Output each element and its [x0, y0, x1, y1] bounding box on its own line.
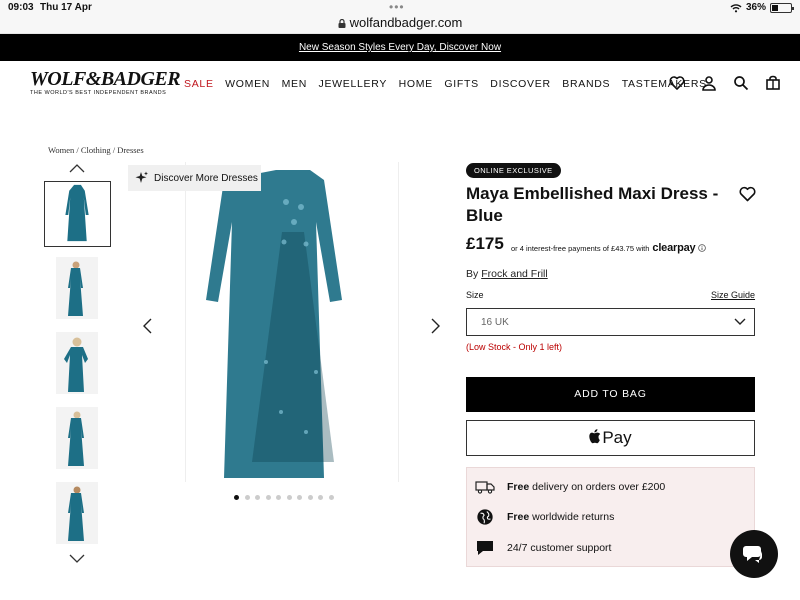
perk-text: worldwide returns	[529, 511, 615, 523]
dress-image	[206, 170, 342, 478]
nav-item-jewellery[interactable]: JEWELLERY	[319, 78, 388, 90]
product-title: Maya Embellished Maxi Dress - Blue	[466, 184, 719, 225]
pagination-dot[interactable]	[244, 495, 250, 500]
pagination-dot[interactable]	[276, 495, 281, 500]
perk-returns: Free worldwide returns	[475, 508, 614, 526]
image-pagination-dots	[234, 495, 334, 500]
battery-icon	[770, 2, 794, 13]
perks-box: Free delivery on orders over £200 Free w…	[466, 467, 755, 567]
nav-item-gifts[interactable]: GIFTS	[444, 78, 478, 90]
clearpay-logo[interactable]: clearpay	[652, 242, 695, 254]
nav-item-women[interactable]: WOMEN	[225, 78, 270, 90]
add-to-bag-button[interactable]: ADD TO BAG	[466, 377, 755, 412]
thumbnail-4[interactable]	[56, 407, 98, 469]
chat-icon	[743, 546, 762, 563]
brand-link[interactable]: Frock and Frill	[481, 268, 548, 280]
thumbnail-5[interactable]	[56, 482, 98, 544]
model-thumbnail-image	[64, 337, 88, 392]
pagination-dot[interactable]	[265, 495, 271, 500]
address-bar[interactable]: wolfandbadger.com	[0, 15, 800, 30]
wifi-icon	[730, 3, 742, 12]
apple-pay-label: Pay	[602, 428, 632, 447]
pagination-dot[interactable]	[286, 495, 292, 500]
sparkle-icon	[135, 171, 148, 183]
account-icon[interactable]	[701, 75, 717, 91]
url-text: wolfandbadger.com	[349, 15, 463, 30]
nav-item-home[interactable]: HOME	[399, 78, 433, 90]
bag-icon[interactable]	[765, 75, 781, 91]
dress-thumbnail-image	[65, 184, 89, 242]
pagination-dot[interactable]	[318, 495, 323, 500]
pagination-dot[interactable]	[234, 495, 239, 500]
more-dots-icon[interactable]: •••	[389, 0, 405, 14]
pagination-dot[interactable]	[328, 495, 334, 500]
nav-item-men[interactable]: MEN	[282, 78, 307, 90]
status-right: 36%	[730, 2, 794, 13]
live-chat-button[interactable]	[730, 530, 778, 578]
nav-item-brands[interactable]: BRANDS	[562, 78, 610, 90]
clock: 09:03	[8, 2, 34, 13]
product-price: £175	[466, 234, 504, 253]
thumbnail-selected[interactable]	[44, 181, 111, 247]
by-prefix: By	[466, 268, 479, 280]
nav-item-discover[interactable]: DISCOVER	[490, 78, 550, 90]
nav-item-sale[interactable]: SALE	[184, 78, 214, 90]
low-stock-notice: (Low Stock - Only 1 left)	[466, 342, 563, 352]
previous-image-arrow-icon[interactable]	[141, 318, 153, 334]
perk-text: 24/7 customer support	[507, 542, 612, 554]
thumbnail-3[interactable]	[56, 332, 98, 394]
chevron-down-icon	[734, 318, 746, 325]
model-thumbnail-image	[68, 486, 84, 541]
thumbnail-2[interactable]	[56, 257, 98, 319]
perk-bold: Free	[507, 481, 530, 493]
size-guide-link[interactable]: Size Guide	[711, 290, 755, 300]
promo-bar: New Season Styles Every Day, Discover No…	[0, 34, 800, 61]
size-label: Size	[466, 290, 484, 300]
browser-status-bar: 09:03 Thu 17 Apr ••• wolfandbadger.com 3…	[0, 0, 800, 34]
perk-bold: Free	[507, 511, 530, 523]
lock-icon	[338, 19, 346, 28]
model-thumbnail-image	[68, 411, 84, 466]
breadcrumb[interactable]: Women / Clothing / Dresses	[48, 145, 144, 155]
size-selected-value: 16 UK	[481, 317, 509, 328]
battery-percent: 36%	[745, 2, 766, 13]
pagination-dot[interactable]	[297, 495, 302, 500]
discover-label: Discover More Dresses	[154, 172, 258, 184]
size-select[interactable]: 16 UK	[466, 308, 755, 336]
apple-logo-icon	[589, 429, 601, 444]
heart-icon[interactable]	[669, 75, 685, 91]
globe-icon	[477, 509, 493, 525]
perk-text: delivery on orders over £200	[529, 481, 666, 493]
main-nav: SALE WOMEN MEN JEWELLERY HOME GIFTS DISC…	[184, 78, 718, 90]
pagination-dot[interactable]	[307, 495, 313, 500]
search-icon[interactable]	[733, 75, 749, 91]
online-exclusive-badge: ONLINE EXCLUSIVE	[466, 163, 561, 178]
next-image-arrow-icon[interactable]	[430, 318, 442, 334]
perk-support: 24/7 customer support	[475, 539, 611, 557]
info-icon[interactable]	[698, 244, 707, 252]
logo-mark: WOLF&BADGER	[30, 68, 181, 90]
apple-pay-button[interactable]: Pay	[466, 420, 755, 456]
site-header: WOLF&BADGER THE WORLD'S BEST INDEPENDENT…	[0, 61, 800, 109]
promo-link[interactable]: New Season Styles Every Day, Discover No…	[299, 42, 501, 53]
perk-delivery: Free delivery on orders over £200	[475, 478, 665, 496]
main-product-image[interactable]	[185, 162, 399, 482]
discover-more-dresses-button[interactable]: Discover More Dresses	[128, 165, 261, 191]
brand-byline: By Frock and Frill	[466, 268, 548, 280]
wishlist-heart-icon[interactable]	[739, 186, 756, 202]
logo-tagline: THE WORLD'S BEST INDEPENDENT BRANDS	[30, 90, 167, 96]
installments-text: or 4 interest-free payments of £43.75 wi…	[511, 243, 650, 253]
chat-bubble-icon	[477, 541, 493, 555]
installments-info: or 4 interest-free payments of £43.75 wi…	[511, 242, 707, 254]
model-thumbnail-image	[68, 261, 83, 316]
pagination-dot[interactable]	[255, 495, 260, 500]
thumbnails-up-chevron-icon[interactable]	[69, 163, 85, 173]
date: Thu 17 Apr	[40, 2, 92, 13]
site-logo[interactable]: WOLF&BADGER THE WORLD'S BEST INDEPENDENT…	[30, 68, 181, 96]
header-icons	[669, 75, 781, 91]
truck-icon	[475, 481, 495, 494]
thumbnails-down-chevron-icon[interactable]	[69, 554, 85, 564]
